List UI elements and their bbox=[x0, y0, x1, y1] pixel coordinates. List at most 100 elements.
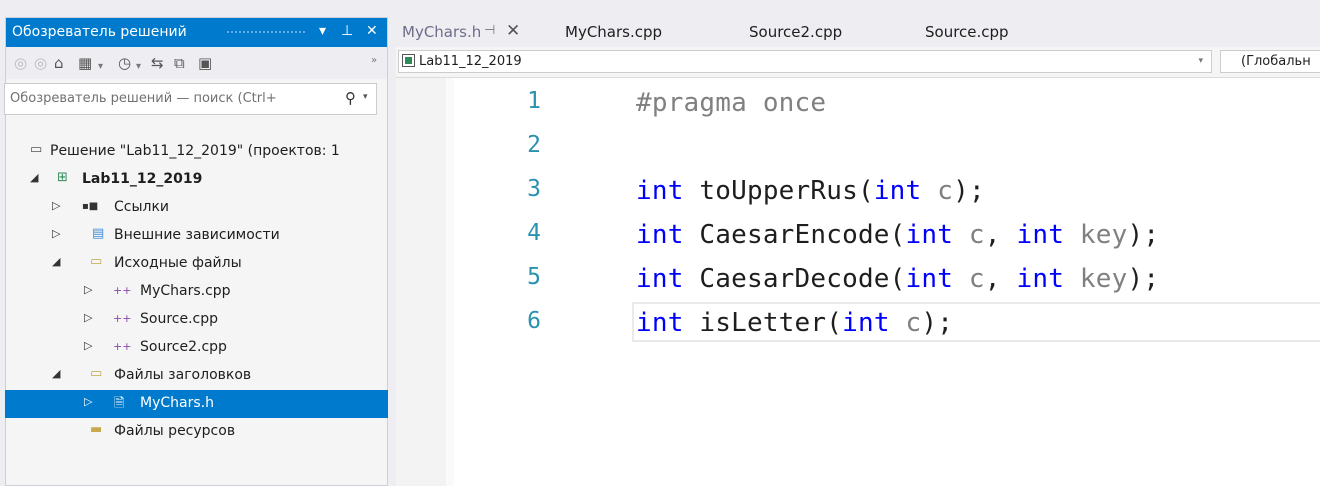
forward-icon[interactable]: ◎ bbox=[34, 53, 47, 73]
history-icon[interactable]: ◷ bbox=[118, 53, 131, 73]
expanded-arrow-icon[interactable]: ◢ bbox=[52, 367, 60, 380]
folder-icon: ▭ bbox=[90, 366, 103, 381]
tree-item-project[interactable]: ◢ ⊞ Lab11_12_2019 bbox=[0, 166, 381, 194]
project-dropdown[interactable]: Lab11_12_2019 ▾ bbox=[398, 50, 1212, 73]
parameter-token: c bbox=[921, 176, 954, 206]
tree-item-label: Решение "Lab11_12_2019" (проектов: 1 bbox=[50, 143, 340, 159]
code-token: toUpperRus( bbox=[683, 176, 874, 206]
collapsed-arrow-icon[interactable]: ▷ bbox=[52, 199, 60, 212]
drag-grip[interactable] bbox=[226, 30, 306, 34]
project-icon bbox=[402, 54, 415, 67]
parameter-token: c bbox=[889, 308, 922, 338]
code-line[interactable]: 2 bbox=[396, 128, 1320, 164]
tree-item-file[interactable]: ▷ ++ MyChars.cpp bbox=[0, 278, 381, 306]
back-icon[interactable]: ◎ bbox=[14, 53, 27, 73]
sync-icon[interactable]: ⇆ bbox=[151, 53, 164, 73]
solution-explorer-search[interactable]: Обозреватель решений — поиск (Ctrl+ ⚲ ▾ bbox=[4, 83, 377, 115]
tree-item-label: Исходные файлы bbox=[114, 255, 242, 271]
code-token: CaesarDecode( bbox=[683, 264, 906, 294]
chevron-down-icon[interactable]: ▾ bbox=[98, 57, 103, 77]
expanded-arrow-icon[interactable]: ◢ bbox=[30, 171, 38, 184]
solution-explorer-title: Обозреватель решений bbox=[12, 24, 187, 40]
tree-item-label: Lab11_12_2019 bbox=[82, 171, 203, 187]
tree-item-references[interactable]: ▷ ▪■ Ссылки bbox=[0, 194, 381, 222]
close-icon[interactable]: ✕ bbox=[366, 23, 378, 39]
code-line[interactable]: 5 int CaesarDecode(int c, int key); bbox=[396, 260, 1320, 296]
keyword-token: int bbox=[636, 264, 684, 294]
tree-item-file[interactable]: ▷ ++ Source2.cpp bbox=[0, 334, 381, 362]
collapse-all-icon[interactable]: ⧉ bbox=[174, 53, 185, 73]
code-token: , bbox=[984, 264, 1017, 294]
switch-views-icon[interactable]: ▦ bbox=[78, 53, 92, 73]
tab-source2-cpp[interactable]: Source2.cpp bbox=[749, 17, 869, 47]
document-tabs: MyChars.h ⊣ ✕ MyChars.cpp Source2.cpp So… bbox=[396, 17, 1320, 47]
keyword-token: int bbox=[905, 220, 954, 250]
collapsed-arrow-icon[interactable]: ▷ bbox=[84, 311, 92, 324]
header-file-icon: 🗎 bbox=[114, 396, 125, 411]
tree-item-header-files[interactable]: ◢ ▭ Файлы заголовков bbox=[0, 362, 381, 390]
line-number: 6 bbox=[527, 308, 541, 334]
code-line[interactable]: 3 int toUpperRus(int c); bbox=[396, 172, 1320, 208]
expanded-arrow-icon[interactable]: ◢ bbox=[52, 255, 60, 268]
ide-window: Обозреватель решений ▾ ⊥ ✕ ◎ ◎ ⌂ ▦ ▾ ◷ ▾… bbox=[0, 0, 1320, 486]
collapsed-arrow-icon[interactable]: ▷ bbox=[52, 227, 60, 240]
overflow-icon[interactable]: » bbox=[371, 51, 377, 71]
tree-item-label: MyChars.h bbox=[140, 395, 214, 411]
code-text[interactable]: int CaesarEncode(int c, int key); bbox=[636, 220, 1159, 250]
cpp-file-icon: ++ bbox=[113, 284, 132, 297]
code-text[interactable]: #pragma once bbox=[636, 88, 826, 118]
tree-item-resource-files[interactable]: ▬ Файлы ресурсов bbox=[0, 418, 381, 446]
code-token: ); bbox=[953, 176, 985, 206]
keyword-token: int bbox=[873, 176, 922, 206]
tree-item-file-selected[interactable]: ▷ 🗎 MyChars.h bbox=[5, 390, 388, 418]
home-icon[interactable]: ⌂ bbox=[54, 53, 64, 73]
code-line[interactable]: 4 int CaesarEncode(int c, int key); bbox=[396, 216, 1320, 252]
line-number: 2 bbox=[527, 132, 541, 158]
code-token: , bbox=[984, 220, 1017, 250]
folder-icon: ▬ bbox=[90, 422, 103, 437]
collapsed-arrow-icon[interactable]: ▷ bbox=[84, 395, 92, 408]
chevron-down-icon[interactable]: ▾ bbox=[136, 57, 141, 77]
collapsed-arrow-icon[interactable]: ▷ bbox=[84, 283, 92, 296]
navigation-bar: Lab11_12_2019 ▾ (Глобальн bbox=[396, 47, 1320, 78]
pin-icon[interactable]: ⊣ bbox=[484, 23, 495, 38]
window-position-dropdown-icon[interactable]: ▾ bbox=[319, 23, 326, 39]
code-token: CaesarEncode( bbox=[683, 220, 906, 250]
keyword-token: int bbox=[842, 308, 890, 338]
keyword-token: int bbox=[636, 176, 684, 206]
chevron-down-icon[interactable]: ▾ bbox=[363, 92, 368, 102]
parameter-token: c bbox=[953, 264, 985, 294]
code-token: ); bbox=[921, 308, 954, 338]
tab-label: Source.cpp bbox=[925, 23, 1009, 41]
parameter-token: key bbox=[1064, 264, 1128, 294]
tree-item-file[interactable]: ▷ ++ Source.cpp bbox=[0, 306, 381, 334]
tree-item-label: Файлы заголовков bbox=[114, 367, 252, 383]
tab-source-cpp[interactable]: Source.cpp bbox=[925, 17, 1045, 47]
search-icon[interactable]: ⚲ bbox=[345, 89, 356, 107]
line-number: 3 bbox=[527, 176, 541, 202]
code-text[interactable]: int isLetter(int c); bbox=[636, 308, 953, 338]
tab-label: MyChars.cpp bbox=[565, 23, 663, 41]
scope-dropdown[interactable]: (Глобальн bbox=[1220, 50, 1320, 73]
tree-item-label: Source.cpp bbox=[140, 311, 219, 327]
collapsed-arrow-icon[interactable]: ▷ bbox=[84, 339, 92, 352]
pin-icon[interactable]: ⊥ bbox=[341, 23, 353, 39]
chevron-down-icon[interactable]: ▾ bbox=[1198, 56, 1203, 66]
tree-item-label: MyChars.cpp bbox=[140, 283, 231, 299]
code-editor[interactable]: 1 #pragma once 2 3 int toUpperRus(int c); 4 in… bbox=[396, 78, 1320, 486]
tree-item-solution[interactable]: ▭ Решение "Lab11_12_2019" (проектов: 1 bbox=[0, 138, 381, 166]
tab-mychars-cpp[interactable]: MyChars.cpp bbox=[565, 17, 695, 47]
code-line[interactable]: 6 int isLetter(int c); bbox=[396, 302, 1320, 342]
references-icon: ▪■ bbox=[82, 201, 99, 212]
code-text[interactable]: int toUpperRus(int c); bbox=[636, 176, 985, 206]
tree-item-label: Файлы ресурсов bbox=[114, 423, 236, 439]
tab-mychars-h[interactable]: MyChars.h ⊣ ✕ bbox=[402, 17, 562, 47]
code-text[interactable]: int CaesarDecode(int c, int key); bbox=[636, 264, 1159, 294]
tree-item-source-files[interactable]: ◢ ▭ Исходные файлы bbox=[0, 250, 381, 278]
parameter-token: key bbox=[1064, 220, 1128, 250]
close-icon[interactable]: ✕ bbox=[506, 21, 520, 41]
search-input[interactable]: Обозреватель решений — поиск (Ctrl+ bbox=[10, 91, 330, 106]
code-line[interactable]: 1 #pragma once bbox=[396, 84, 1320, 120]
tree-item-external-deps[interactable]: ▷ ▤ Внешние зависимости bbox=[0, 222, 381, 250]
properties-icon[interactable]: ▣ bbox=[198, 53, 212, 73]
